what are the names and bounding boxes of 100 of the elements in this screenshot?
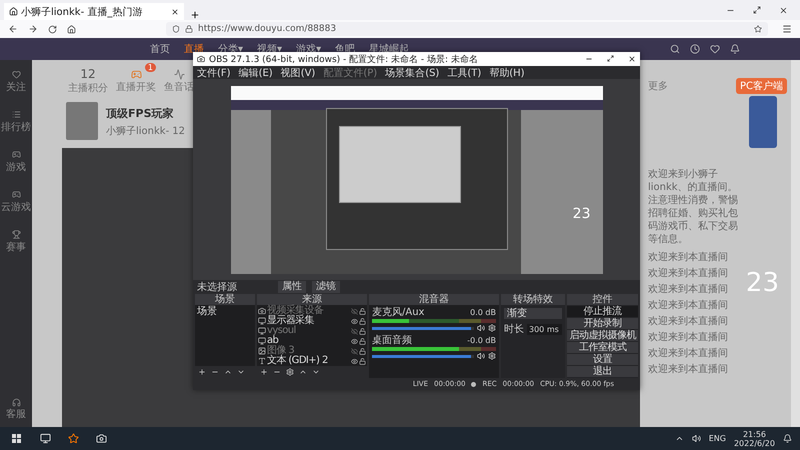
track-name: 桌面音频	[372, 336, 412, 346]
move-up-icon[interactable]	[299, 368, 307, 376]
clock-icon[interactable]	[690, 44, 700, 54]
app-logo-icon	[197, 55, 205, 63]
notification-icon[interactable]	[783, 434, 792, 443]
volume-icon[interactable]	[692, 434, 701, 443]
nav-link[interactable]: 首页	[150, 42, 170, 56]
close-icon[interactable]	[628, 55, 636, 63]
sidebar-item[interactable]: 客服	[6, 398, 26, 421]
camera-icon	[258, 307, 266, 315]
maximize-icon[interactable]	[607, 55, 614, 62]
control-button[interactable]: 退出	[567, 366, 638, 377]
reload-icon[interactable]	[48, 24, 57, 34]
lock-icon[interactable]	[359, 348, 366, 354]
search-icon[interactable]	[670, 44, 680, 54]
address-field[interactable]: https://www.douyu.com/88883	[166, 22, 768, 36]
waveform-icon[interactable]	[174, 68, 184, 80]
sidebar-item[interactable]: 赛事	[6, 230, 26, 254]
track-reading: 0.0 dB	[470, 308, 496, 318]
lock-icon[interactable]	[359, 318, 366, 324]
score-label: 主播积分	[68, 82, 108, 95]
language-indicator[interactable]: ENG	[708, 434, 726, 443]
sidebar-item[interactable]: 排行榜	[1, 110, 31, 134]
clock[interactable]: 21:56 2022/6/20	[734, 430, 775, 448]
bookmark-star-icon[interactable]	[754, 25, 762, 33]
avatar-placeholder	[66, 102, 98, 140]
monitor-icon	[258, 327, 266, 335]
settings-icon[interactable]	[488, 324, 496, 332]
sidebar-item[interactable]: 关注	[6, 70, 26, 94]
control-button[interactable]: 启动虚拟摄像机	[567, 330, 638, 341]
hot-count: 12	[172, 126, 185, 136]
close-icon[interactable]	[779, 6, 788, 14]
scrollbar[interactable]	[791, 60, 800, 427]
transition-select[interactable]: 渐变	[504, 308, 562, 319]
scene-item[interactable]: 场景	[195, 306, 255, 317]
menu-item[interactable]: 文件(F)	[197, 66, 231, 80]
control-button[interactable]: 停止推流	[567, 306, 638, 317]
eye-icon[interactable]	[351, 338, 358, 344]
settings-icon[interactable]	[488, 352, 496, 360]
duration-field[interactable]: 300 ms	[527, 324, 562, 334]
speaker-icon[interactable]	[477, 352, 485, 360]
sidebar-item[interactable]: 游戏	[6, 150, 26, 174]
monitor-icon	[258, 337, 266, 345]
source-toolbar-button[interactable]: 滤镜	[312, 281, 340, 293]
eye-icon[interactable]	[351, 358, 358, 364]
no-source-label: 未选择源	[197, 280, 238, 294]
bell-icon[interactable]	[730, 44, 740, 54]
chat-message: 欢迎来到本直播间	[648, 268, 729, 280]
menu-item[interactable]: 工具(T)	[447, 66, 482, 80]
lock-icon	[185, 25, 193, 33]
move-down-icon[interactable]	[237, 368, 245, 376]
sidebar-item[interactable]: 云游戏	[1, 190, 31, 214]
lock-icon[interactable]	[359, 338, 366, 344]
home-icon[interactable]	[67, 24, 76, 34]
chat-message: 欢迎来到本直播间	[648, 332, 729, 344]
forward-icon[interactable]	[28, 24, 38, 34]
source-toolbar-button[interactable]: 属性	[278, 281, 306, 293]
menu-item[interactable]: 编辑(E)	[238, 66, 273, 80]
dock-title: 来源	[257, 294, 367, 305]
chat-message: 欢迎来到本直播间	[648, 348, 729, 360]
trophy-icon	[12, 230, 20, 239]
list-icon	[12, 110, 20, 119]
source-item[interactable]: 显示器采集	[267, 315, 350, 327]
speaker-icon[interactable]	[477, 324, 485, 332]
new-tab-icon[interactable]	[190, 10, 200, 20]
track-reading: -0.0 dB	[467, 336, 496, 346]
shield-icon	[172, 25, 180, 33]
image-icon	[258, 347, 266, 355]
menu-item[interactable]: 帮助(H)	[489, 66, 525, 80]
lock-icon[interactable]	[359, 308, 366, 314]
add-icon[interactable]	[260, 368, 268, 376]
record-dot-icon	[471, 382, 476, 386]
close-icon[interactable]	[171, 8, 179, 16]
lock-icon[interactable]	[359, 358, 366, 364]
dock-title: 场景	[195, 294, 255, 305]
chat-message: 欢迎来到本直播间	[648, 252, 729, 264]
system-notice: 欢迎来到小狮子lionkk、的直播间。注意理性消费，警惕招聘征婚、购买礼包码游戏币、私下交易等信息。	[648, 168, 738, 246]
dock-title: 控件	[567, 294, 638, 305]
control-button[interactable]: 开始录制	[567, 318, 638, 329]
track-name: 麦克风/Aux	[372, 308, 424, 318]
menu-item[interactable]: 场景集合(S)	[385, 66, 440, 80]
maximize-icon[interactable]	[753, 6, 761, 14]
move-up-icon[interactable]	[224, 368, 232, 376]
control-button[interactable]: 设置	[567, 354, 638, 365]
control-button[interactable]: 工作室模式	[567, 342, 638, 353]
back-icon[interactable]	[8, 24, 18, 34]
lock-icon[interactable]	[359, 328, 366, 334]
add-icon[interactable]	[198, 368, 206, 376]
settings-icon[interactable]	[286, 368, 294, 376]
menu-icon[interactable]	[782, 24, 792, 34]
monitor-icon	[258, 317, 266, 325]
eye-icon[interactable]	[351, 318, 358, 324]
menu-item[interactable]: 视图(V)	[280, 66, 316, 80]
browser-tab[interactable]: 小狮子lionkk- 直播_热门游	[4, 3, 184, 20]
count-badge: 1	[144, 62, 156, 72]
move-down-icon[interactable]	[312, 368, 320, 376]
heart-icon[interactable]	[710, 44, 720, 54]
source-item[interactable]: 文本 (GDI+) 2	[267, 355, 350, 367]
dock-title: 转场特效	[501, 294, 565, 305]
source-item[interactable]: vysoul	[267, 325, 350, 337]
